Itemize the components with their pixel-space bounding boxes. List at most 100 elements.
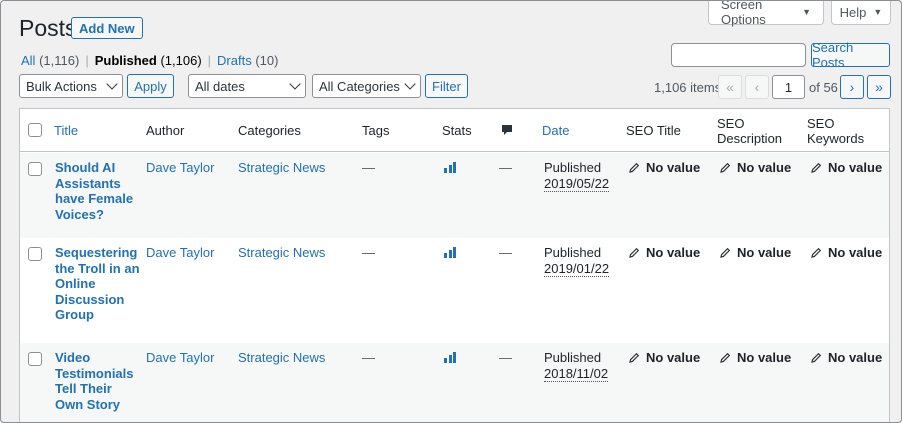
column-seo-keywords-line1: SEO — [807, 116, 835, 131]
view-all-count: (1,116) — [39, 53, 80, 68]
next-page-button[interactable]: › — [840, 75, 864, 99]
search-posts-button[interactable]: Search Posts — [811, 40, 890, 70]
column-seo-keywords-header: SEO Keywords — [807, 116, 864, 146]
seo-description-value: No value — [737, 350, 792, 365]
column-date-header[interactable]: Date — [542, 123, 569, 138]
seo-title-value: No value — [646, 245, 701, 260]
post-title-line: Tell Their — [55, 381, 112, 396]
row-checkbox[interactable] — [28, 352, 42, 366]
column-title-header[interactable]: Title — [54, 123, 78, 138]
stats-link[interactable] — [444, 246, 456, 262]
post-title-line: the Troll in an — [55, 260, 140, 276]
select-all-checkbox[interactable] — [28, 123, 42, 137]
seo-description-cell[interactable]: No value — [719, 245, 791, 261]
row-checkbox[interactable] — [28, 162, 42, 176]
first-page-button[interactable]: « — [718, 75, 742, 99]
bulk-actions-select[interactable]: Bulk Actions — [19, 74, 123, 98]
current-page-input[interactable]: 1 — [772, 75, 805, 99]
seo-keywords-value: No value — [828, 350, 883, 365]
screen-options-button[interactable]: Screen Options ▼ — [708, 1, 824, 27]
view-published-label: Published — [94, 53, 157, 68]
posts-table: Title Author Categories Tags Stats Date … — [19, 108, 890, 422]
table-header: Title Author Categories Tags Stats Date … — [20, 109, 889, 152]
help-button[interactable]: Help ▼ — [831, 1, 891, 25]
seo-title-value: No value — [646, 160, 701, 175]
table-row: Sequestering the Troll in an Online Disc… — [20, 238, 889, 343]
pencil-icon — [629, 162, 640, 173]
seo-title-cell[interactable]: No value — [628, 245, 700, 261]
category-link[interactable]: Strategic News — [238, 160, 325, 176]
post-title-line: Video — [55, 350, 91, 365]
pencil-icon — [629, 247, 640, 258]
tags-value: — — [362, 160, 375, 175]
date-cell: Published 2019/01/22 — [544, 245, 610, 277]
comment-bubble-icon[interactable] — [501, 124, 513, 137]
stats-bars-icon — [444, 161, 456, 173]
post-title-link[interactable]: Video Testimonials Tell Their Own Story — [55, 350, 134, 412]
author-link[interactable]: Dave Taylor — [146, 245, 214, 261]
pencil-icon — [720, 247, 731, 258]
post-title-line: Own Story — [55, 396, 121, 412]
comments-value: — — [499, 245, 512, 260]
category-link[interactable]: Strategic News — [238, 245, 325, 261]
date-cell: Published 2019/05/22 — [544, 160, 610, 192]
column-stats-header: Stats — [442, 123, 472, 138]
pencil-icon — [629, 352, 640, 363]
category-link[interactable]: Strategic News — [238, 350, 325, 366]
seo-keywords-value: No value — [828, 245, 883, 260]
chevron-down-icon — [106, 78, 118, 90]
view-drafts-link[interactable]: Drafts (10) — [217, 53, 278, 68]
wp-admin-posts-screen: Screen Options ▼ Help ▼ Posts Add New Al… — [0, 0, 902, 423]
post-title-line: Online — [55, 276, 96, 291]
post-title-link[interactable]: Should AI Assistants have Female Voices? — [55, 160, 133, 222]
category-filter-select[interactable]: All Categories — [312, 74, 421, 98]
pencil-icon — [720, 162, 731, 173]
post-date: 2019/05/22 — [544, 175, 610, 192]
filter-button[interactable]: Filter — [425, 74, 468, 98]
stats-link[interactable] — [444, 351, 456, 367]
post-title-line: Sequestering — [55, 245, 138, 260]
post-title-link[interactable]: Sequestering the Troll in an Online Disc… — [55, 245, 140, 323]
search-posts-input[interactable] — [671, 43, 806, 67]
author-link[interactable]: Dave Taylor — [146, 160, 214, 176]
date-cell: Published 2018/11/02 — [544, 350, 609, 382]
seo-keywords-cell[interactable]: No value — [810, 245, 882, 261]
seo-description-value: No value — [737, 245, 792, 260]
column-seo-title-header: SEO Title — [626, 123, 681, 138]
caret-down-icon: ▼ — [873, 7, 883, 17]
total-pages: of 56 — [809, 80, 838, 95]
seo-keywords-cell[interactable]: No value — [810, 160, 882, 176]
view-separator: | — [85, 53, 89, 68]
last-page-button[interactable]: » — [867, 75, 891, 99]
table-row: Should AI Assistants have Female Voices?… — [20, 153, 889, 238]
view-all-link[interactable]: All (1,116) — [21, 53, 79, 68]
tags-value: — — [362, 350, 375, 365]
row-checkbox[interactable] — [28, 247, 42, 261]
stats-bars-icon — [444, 246, 456, 258]
category-filter-value: All Categories — [319, 78, 400, 94]
stats-bars-icon — [444, 351, 456, 363]
seo-title-cell[interactable]: No value — [628, 350, 700, 366]
previous-page-button[interactable]: ‹ — [745, 75, 769, 99]
comments-value: — — [499, 350, 512, 365]
seo-title-cell[interactable]: No value — [628, 160, 700, 176]
chevron-down-icon — [404, 78, 416, 90]
column-tags-header: Tags — [362, 123, 390, 138]
view-published-link[interactable]: Published (1,106) — [95, 53, 202, 68]
post-status-views: All (1,116) | Published (1,106) | Drafts… — [21, 53, 278, 68]
stats-link[interactable] — [444, 161, 456, 177]
pencil-icon — [811, 162, 822, 173]
seo-description-cell[interactable]: No value — [719, 160, 791, 176]
column-seo-description-header: SEO Description — [717, 116, 782, 146]
tags-value: — — [362, 245, 375, 260]
view-all-label: All — [21, 53, 36, 68]
date-filter-select[interactable]: All dates — [188, 74, 306, 98]
seo-keywords-cell[interactable]: No value — [810, 350, 882, 366]
post-title-line: have Female — [55, 191, 134, 206]
post-title-line: Assistants — [55, 175, 121, 191]
seo-description-cell[interactable]: No value — [719, 350, 791, 366]
author-link[interactable]: Dave Taylor — [146, 350, 214, 366]
add-new-button[interactable]: Add New — [71, 17, 143, 39]
apply-button[interactable]: Apply — [127, 74, 174, 98]
post-date: 2019/01/22 — [544, 260, 610, 277]
